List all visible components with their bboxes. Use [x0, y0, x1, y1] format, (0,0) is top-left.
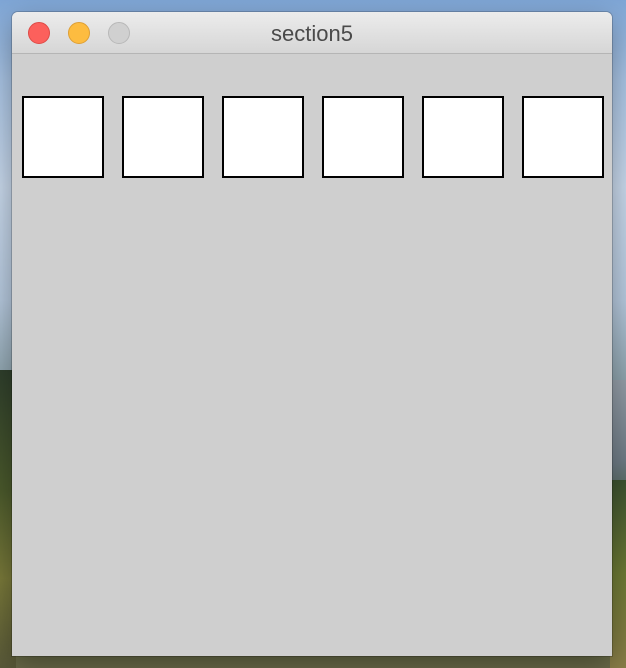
white-square-2: [122, 96, 204, 178]
window-title: section5: [271, 21, 353, 46]
app-window: section5: [12, 12, 612, 656]
white-square-6: [522, 96, 604, 178]
window-content: [12, 54, 612, 656]
white-square-1: [22, 96, 104, 178]
white-square-4: [322, 96, 404, 178]
white-square-3: [222, 96, 304, 178]
window-titlebar[interactable]: section5: [12, 12, 612, 54]
desktop-wallpaper-trees-right: [610, 480, 626, 668]
white-square-5: [422, 96, 504, 178]
